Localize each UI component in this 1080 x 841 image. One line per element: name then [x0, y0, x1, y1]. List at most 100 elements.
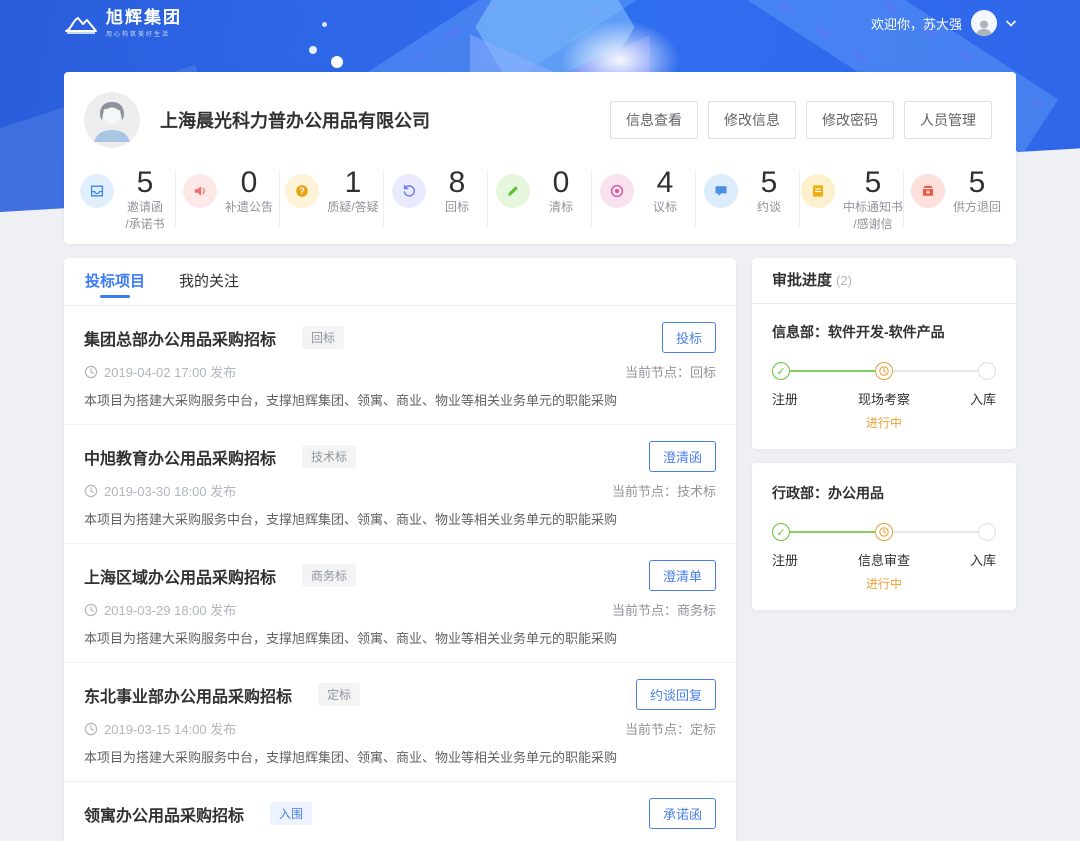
stat-value: 5	[969, 166, 986, 199]
project-description: 本项目为搭建大采购服务中台，支撑旭辉集团、领寓、商业、物业等相关业务单元的职能采…	[84, 628, 716, 647]
current-node-value: 商务标	[677, 603, 716, 618]
stat-label: 中标通知书	[843, 199, 903, 216]
publish-date: 2019-03-29 18:00 发布	[104, 600, 236, 619]
current-node-label: 当前节点：	[625, 365, 690, 380]
view-info-button[interactable]: 信息查看	[610, 101, 698, 139]
step-label: 入库	[921, 550, 996, 592]
stat-label: 清标	[549, 199, 573, 216]
stat-invitation[interactable]: 5 邀请函 /承诺书	[72, 160, 176, 234]
project-item: 东北事业部办公用品采购招标 定标 约谈回复 2019-03-15 14:00 发…	[64, 663, 736, 782]
bid-button[interactable]: 投标	[662, 322, 716, 353]
clarification-letter-button[interactable]: 澄清函	[649, 441, 716, 472]
project-stage-tag: 商务标	[302, 564, 356, 587]
progress-stepper	[772, 523, 996, 541]
project-title[interactable]: 上海区域办公用品采购招标	[84, 564, 276, 588]
project-title[interactable]: 领寓办公用品采购招标	[84, 802, 244, 826]
approval-card-1: 审批进度 (2) 信息部：软件开发-软件产品	[752, 258, 1016, 449]
project-item: 上海区域办公用品采购招标 商务标 澄清单 2019-03-29 18:00 发布…	[64, 544, 736, 663]
brand-logo[interactable]: 旭辉集团 用心构筑美好生活	[64, 9, 182, 38]
stat-label: /感谢信	[853, 216, 892, 233]
clock-step-icon	[875, 523, 893, 541]
check-icon	[772, 362, 790, 380]
stat-value: 4	[657, 166, 674, 199]
stat-label: 议标	[653, 199, 677, 216]
project-description: 本项目为搭建大采购服务中台，支撑旭辉集团、领寓、商业、物业等相关业务单元的职能采…	[84, 390, 716, 409]
company-card: 上海晨光科力普办公用品有限公司 信息查看 修改信息 修改密码 人员管理 5 邀请…	[64, 72, 1016, 244]
step-label: 信息审查	[847, 550, 922, 569]
question-icon: ?	[285, 174, 319, 208]
commitment-letter-button[interactable]: 承诺函	[649, 798, 716, 829]
inbox-icon	[80, 174, 114, 208]
mountain-logo-icon	[64, 12, 98, 34]
tab-bid-projects[interactable]: 投标项目	[85, 258, 145, 305]
chat-icon	[704, 174, 738, 208]
stat-value: 5	[865, 166, 882, 199]
stat-interview[interactable]: 5 约谈	[696, 160, 800, 234]
step-label: 注册	[772, 550, 847, 592]
stat-question[interactable]: ? 1 质疑/答疑	[280, 160, 384, 234]
current-node-value: 技术标	[677, 484, 716, 499]
staff-management-button[interactable]: 人员管理	[904, 101, 992, 139]
interview-reply-button[interactable]: 约谈回复	[636, 679, 716, 710]
approval-card-2: 行政部：办公用品 注册	[752, 463, 1016, 610]
edit-info-button[interactable]: 修改信息	[708, 101, 796, 139]
stat-supplier-return[interactable]: 5 供方退回	[904, 160, 1008, 234]
stat-label: 邀请函	[127, 199, 163, 216]
current-node-value: 定标	[690, 722, 716, 737]
stat-award-notice[interactable]: 5 中标通知书 /感谢信	[800, 160, 904, 234]
company-avatar	[84, 92, 140, 148]
clock-icon	[84, 365, 98, 379]
stat-negotiate-bid[interactable]: 4 议标	[592, 160, 696, 234]
progress-stepper	[772, 362, 996, 380]
stat-value: 0	[553, 166, 570, 199]
stat-label: 供方退回	[953, 199, 1001, 216]
chevron-down-icon	[1006, 20, 1016, 27]
change-password-button[interactable]: 修改密码	[806, 101, 894, 139]
stat-addendum[interactable]: 0 补遗公告	[176, 160, 280, 234]
return-box-icon	[911, 174, 945, 208]
step-status: 进行中	[847, 414, 922, 431]
company-name: 上海晨光科力普办公用品有限公司	[160, 107, 430, 133]
step-label: 注册	[772, 389, 847, 431]
stat-label: 质疑/答疑	[327, 199, 378, 216]
megaphone-icon	[183, 174, 217, 208]
pending-step-icon	[978, 523, 996, 541]
project-title[interactable]: 中旭教育办公用品采购招标	[84, 445, 276, 469]
project-title[interactable]: 集团总部办公用品采购招标	[84, 326, 276, 350]
svg-text:?: ?	[300, 186, 306, 196]
user-menu[interactable]: 欢迎你，苏大强	[871, 10, 1016, 36]
project-item: 集团总部办公用品采购招标 回标 投标 2019-04-02 17:00 发布 当…	[64, 306, 736, 425]
clarification-form-button[interactable]: 澄清单	[649, 560, 716, 591]
stat-clear-bid[interactable]: 0 清标	[488, 160, 592, 234]
approval-count: (2)	[836, 258, 852, 304]
company-actions: 信息查看 修改信息 修改密码 人员管理	[610, 101, 992, 139]
undo-icon	[392, 174, 426, 208]
project-description: 本项目为搭建大采购服务中台，支撑旭辉集团、领寓、商业、物业等相关业务单元的职能采…	[84, 747, 716, 766]
project-stage-tag: 回标	[302, 326, 344, 349]
stats-row: 5 邀请函 /承诺书 0 补遗公告 ?	[64, 148, 1016, 234]
target-icon	[600, 174, 634, 208]
stat-value: 1	[345, 166, 362, 199]
check-icon	[772, 523, 790, 541]
stat-value: 8	[449, 166, 466, 199]
project-description: 本项目为搭建大采购服务中台，支撑旭辉集团、领寓、商业、物业等相关业务单元的职能采…	[84, 509, 716, 528]
project-stage-tag: 技术标	[302, 445, 356, 468]
stat-label: 回标	[445, 199, 469, 216]
stat-label: /承诺书	[125, 216, 164, 233]
approval-column: 审批进度 (2) 信息部：软件开发-软件产品	[752, 258, 1016, 610]
approval-dept: 行政部：办公用品	[772, 483, 996, 503]
project-item: 中旭教育办公用品采购招标 技术标 澄清函 2019-03-30 18:00 发布…	[64, 425, 736, 544]
stat-label: 约谈	[757, 199, 781, 216]
certificate-icon	[801, 174, 835, 208]
page: 旭辉集团 用心构筑美好生活 欢迎你，苏大强	[0, 0, 1080, 841]
clock-step-icon	[875, 362, 893, 380]
user-avatar[interactable]	[971, 10, 997, 36]
stat-bid-return[interactable]: 8 回标	[384, 160, 488, 234]
current-node-label: 当前节点：	[625, 722, 690, 737]
current-node-label: 当前节点：	[612, 484, 677, 499]
pending-step-icon	[978, 362, 996, 380]
project-title[interactable]: 东北事业部办公用品采购招标	[84, 683, 292, 707]
publish-date: 2019-04-02 17:00 发布	[104, 362, 236, 381]
tab-my-follows[interactable]: 我的关注	[179, 258, 239, 305]
step-label: 入库	[921, 389, 996, 431]
